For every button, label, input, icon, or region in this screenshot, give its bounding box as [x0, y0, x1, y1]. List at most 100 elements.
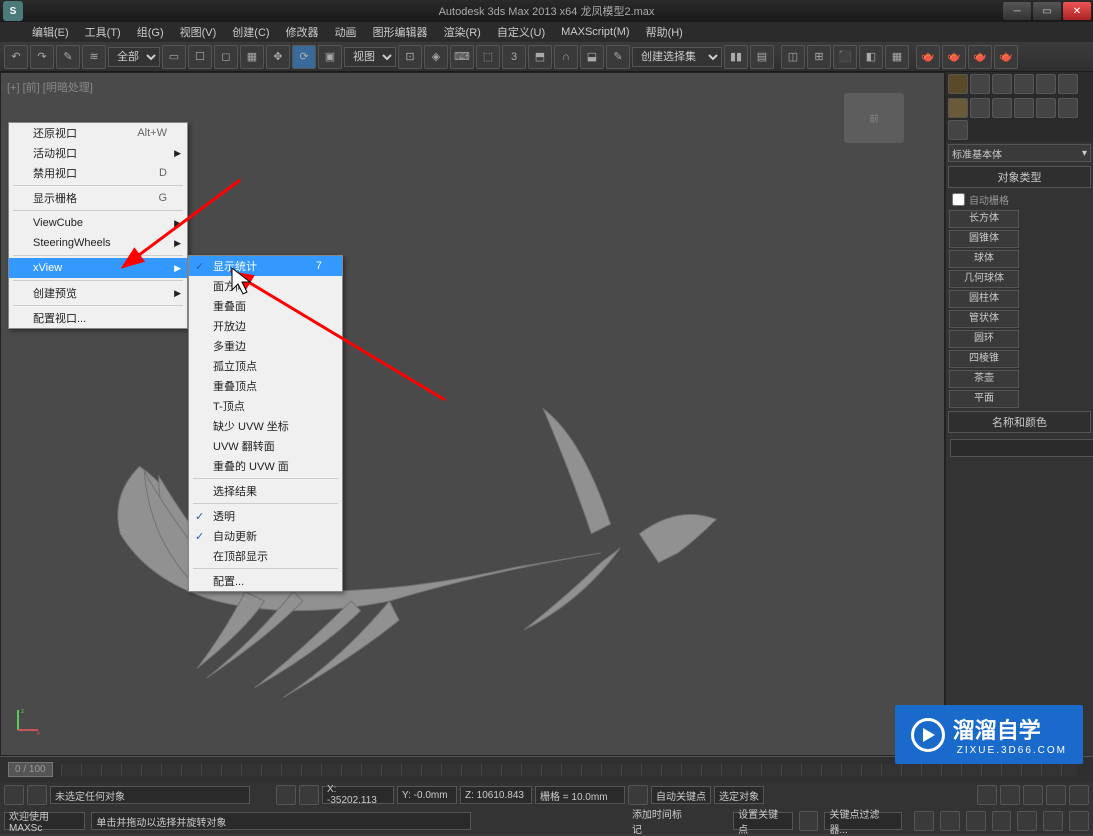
menu-item-在顶部显示[interactable]: 在顶部显示 — [189, 546, 342, 566]
torus-button[interactable]: 圆环 — [949, 330, 1019, 348]
keyboard-shortcut-icon[interactable]: ⌨ — [450, 45, 474, 69]
modify-tab-icon[interactable] — [970, 74, 990, 94]
setkey-button[interactable]: 设置关键点 — [733, 812, 793, 830]
teapot-button[interactable]: 茶壶 — [949, 370, 1019, 388]
menu-item-重叠的-UVW-面[interactable]: 重叠的 UVW 面 — [189, 456, 342, 476]
menu-customize[interactable]: 自定义(U) — [489, 22, 553, 42]
scale-icon[interactable]: ▣ — [318, 45, 342, 69]
add-time-tag[interactable]: 添加时间标记 — [632, 806, 691, 836]
unlink-icon[interactable]: ≋ — [82, 45, 106, 69]
menu-item-创建预览[interactable]: 创建预览▶ — [9, 283, 187, 303]
zoom-icon[interactable] — [914, 811, 934, 831]
menu-tools[interactable]: 工具(T) — [77, 22, 129, 42]
coord-y[interactable]: Y: -0.0mm — [397, 786, 457, 804]
menu-item-开放边[interactable]: 开放边 — [189, 316, 342, 336]
link-icon[interactable]: ✎ — [56, 45, 80, 69]
menu-modifiers[interactable]: 修改器 — [278, 22, 327, 42]
menu-maxscript[interactable]: MAXScript(M) — [553, 24, 637, 40]
timeline-track[interactable] — [61, 764, 1077, 776]
time-config-icon[interactable] — [628, 785, 648, 805]
menu-create[interactable]: 创建(C) — [224, 22, 277, 42]
cone-button[interactable]: 圆锥体 — [949, 230, 1019, 248]
coord-x[interactable]: X: -35202.113 — [322, 786, 394, 804]
name-color-rollout[interactable]: 名称和颜色 — [948, 411, 1091, 433]
window-crossing-icon[interactable]: ▦ — [240, 45, 264, 69]
play-back-icon[interactable] — [977, 785, 997, 805]
close-button[interactable]: ✕ — [1063, 2, 1091, 20]
render-active-icon[interactable]: 🫖 — [968, 45, 992, 69]
menu-item-自动更新[interactable]: ✓自动更新 — [189, 526, 342, 546]
layers-icon[interactable]: ▤ — [750, 45, 774, 69]
menu-help[interactable]: 帮助(H) — [638, 22, 691, 42]
menu-item-SteeringWheels[interactable]: SteeringWheels▶ — [9, 233, 187, 253]
menu-grapheditors[interactable]: 图形编辑器 — [365, 22, 436, 42]
spacewarps-category-icon[interactable] — [1058, 98, 1078, 118]
mirror-icon[interactable]: ✎ — [606, 45, 630, 69]
render-prod-icon[interactable]: 🫖 — [916, 45, 940, 69]
menu-item-显示栅格[interactable]: 显示栅格G — [9, 188, 187, 208]
angle-snap-icon[interactable]: 3 — [502, 45, 526, 69]
viewcube[interactable]: 前 — [844, 93, 904, 143]
menu-item-xView[interactable]: xView▶ — [9, 258, 187, 278]
undo-icon[interactable]: ↶ — [4, 45, 28, 69]
subcategory-dropdown[interactable]: 标准基本体▾ — [948, 144, 1091, 162]
rotate-icon[interactable]: ⟳ — [292, 45, 316, 69]
snap2d-icon[interactable]: ⬚ — [476, 45, 500, 69]
render-iter-icon[interactable]: 🫖 — [942, 45, 966, 69]
zoom-extents-icon[interactable] — [966, 811, 986, 831]
lock-selection-icon[interactable] — [4, 785, 24, 805]
lights-category-icon[interactable] — [992, 98, 1012, 118]
edit-named-sel-icon[interactable]: ⬓ — [580, 45, 604, 69]
utilities-tab-icon[interactable] — [1058, 74, 1078, 94]
tube-button[interactable]: 管状体 — [949, 310, 1019, 328]
menu-item-显示统计[interactable]: ✓显示统计7 — [189, 256, 342, 276]
motion-tab-icon[interactable] — [1014, 74, 1034, 94]
menu-item-透明[interactable]: ✓透明 — [189, 506, 342, 526]
menu-animation[interactable]: 动画 — [327, 22, 365, 42]
menu-item-UVW-翻转面[interactable]: UVW 翻转面 — [189, 436, 342, 456]
selection-filter[interactable]: 全部 — [108, 47, 160, 67]
coord-z[interactable]: Z: 10610.843 — [460, 786, 532, 804]
hierarchy-tab-icon[interactable] — [992, 74, 1012, 94]
helpers-category-icon[interactable] — [1036, 98, 1056, 118]
box-button[interactable]: 长方体 — [949, 210, 1019, 228]
select-name-icon[interactable]: ☐ — [188, 45, 212, 69]
menu-item-面方向[interactable]: 面方向 — [189, 276, 342, 296]
lock-icon[interactable] — [276, 785, 296, 805]
menu-item-配置视口...[interactable]: 配置视口... — [9, 308, 187, 328]
play-prev-icon[interactable] — [1000, 785, 1020, 805]
menu-edit[interactable]: 编辑(E) — [24, 22, 77, 42]
menu-item-多重边[interactable]: 多重边 — [189, 336, 342, 356]
zoom-region-icon[interactable] — [992, 811, 1012, 831]
manipulate-icon[interactable]: ◈ — [424, 45, 448, 69]
menu-item-选择结果[interactable]: 选择结果 — [189, 481, 342, 501]
systems-category-icon[interactable] — [948, 120, 968, 140]
percent-snap-icon[interactable]: ⬒ — [528, 45, 552, 69]
select-region-icon[interactable]: ◻ — [214, 45, 238, 69]
maximize-button[interactable]: ▭ — [1033, 2, 1061, 20]
maxscript-mini-listener[interactable]: 欢迎使用 MAXSc — [4, 812, 85, 830]
redo-icon[interactable]: ↷ — [30, 45, 54, 69]
menu-item-配置...[interactable]: 配置... — [189, 571, 342, 591]
cameras-category-icon[interactable] — [1014, 98, 1034, 118]
minimize-button[interactable]: ─ — [1003, 2, 1031, 20]
play-next-icon[interactable] — [1046, 785, 1066, 805]
cylinder-button[interactable]: 圆柱体 — [949, 290, 1019, 308]
abs-rel-icon[interactable] — [299, 785, 319, 805]
spinner-snap-icon[interactable]: ∩ — [554, 45, 578, 69]
material-editor-icon[interactable]: ⬛ — [833, 45, 857, 69]
render-setup-icon[interactable]: ◧ — [859, 45, 883, 69]
curve-editor-icon[interactable]: ◫ — [781, 45, 805, 69]
min-max-toggle-icon[interactable] — [1069, 811, 1089, 831]
play-icon-btn[interactable] — [1023, 785, 1043, 805]
ref-coord-system[interactable]: 视图 — [344, 47, 396, 67]
shapes-category-icon[interactable] — [970, 98, 990, 118]
orbit-icon[interactable] — [1043, 811, 1063, 831]
autokey-button[interactable]: 自动关键点 — [651, 786, 711, 804]
named-selection-sets[interactable]: 创建选择集 — [632, 47, 722, 67]
geometry-category-icon[interactable] — [948, 98, 968, 118]
menu-views[interactable]: 视图(V) — [172, 22, 225, 42]
isolate-icon[interactable] — [27, 785, 47, 805]
pyramid-button[interactable]: 四棱锥 — [949, 350, 1019, 368]
menu-item-重叠面[interactable]: 重叠面 — [189, 296, 342, 316]
